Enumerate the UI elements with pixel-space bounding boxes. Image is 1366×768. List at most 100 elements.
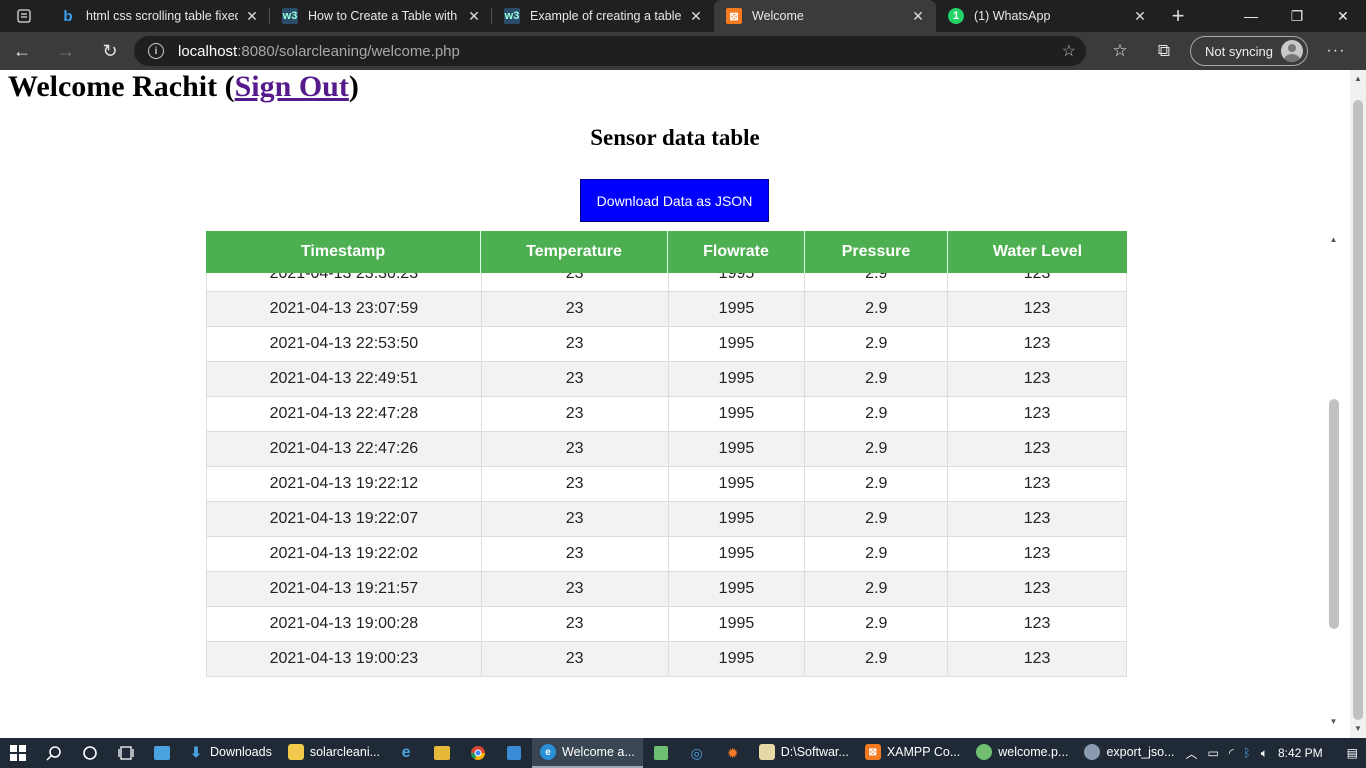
table-row: 2021-04-13 19:22:02 23 1995 2.9 123 [206,536,1127,572]
tab-whatsapp[interactable]: 1 (1) WhatsApp ✕ [936,0,1158,32]
globe-icon[interactable]: ◎ [679,738,715,768]
more-menu-icon[interactable]: ··· [1316,42,1356,60]
favorites-icon[interactable]: ☆ [1098,32,1142,70]
cell-timestamp: 2021-04-13 19:00:28 [206,606,482,642]
cell-water-level: 123 [947,571,1127,607]
start-icon[interactable] [0,738,36,768]
table-scroll-thumb[interactable] [1329,399,1339,629]
address-bar[interactable]: i localhost:8080/solarcleaning/welcome.p… [134,36,1086,66]
cell-flowrate: 1995 [667,606,806,642]
tray-app-icon[interactable]: ▭ [1208,746,1219,760]
taskbar-app-edge[interactable]: e Welcome a... [532,738,643,768]
sensor-table-container[interactable]: Timestamp Temperature Flowrate Pressure … [206,231,1342,731]
vscode-icon[interactable] [496,738,532,768]
paint-icon[interactable] [643,738,679,768]
tab-welcome[interactable]: ⊠ Welcome ✕ [714,0,936,32]
notifications-icon[interactable]: ▤ [1347,746,1358,760]
site-info-icon[interactable]: i [148,43,164,59]
taskbar-app-label: Welcome a... [562,745,635,759]
tab-bing[interactable]: b html css scrolling table fixed h ✕ [48,0,270,32]
back-button[interactable]: ← [0,32,44,70]
bluetooth-icon[interactable]: ᛒ [1244,746,1251,760]
cell-timestamp: 2021-04-13 19:22:02 [206,536,482,572]
cell-temperature: 23 [480,361,669,397]
cell-water-level: 123 [947,431,1127,467]
task-view-icon[interactable] [108,738,144,768]
tab-w3-example[interactable]: w3 Example of creating a table with ✕ [492,0,714,32]
window-controls: — ❐ ✕ [1228,0,1366,32]
cell-pressure: 2.9 [804,501,949,537]
close-icon[interactable]: ✕ [244,8,260,25]
cortana-icon[interactable] [72,738,108,768]
clock[interactable]: 8:42 PM [1278,746,1323,760]
table-row: 2021-04-13 19:22:12 23 1995 2.9 123 [206,466,1127,502]
sign-out-link[interactable]: Sign Out [235,70,349,103]
scroll-up-icon[interactable]: ▲ [1325,233,1342,247]
cell-timestamp: 2021-04-13 22:49:51 [206,361,482,397]
taskbar-app-xampp[interactable]: ⊠ XAMPP Co... [857,738,968,768]
new-tab-button[interactable]: + [1158,0,1198,32]
taskbar-app-export-json[interactable]: export_jso... [1076,738,1182,768]
cell-temperature: 23 [480,431,669,467]
cell-flowrate: 1995 [667,396,806,432]
window-close-icon[interactable]: ✕ [1320,0,1366,32]
cell-flowrate: 1995 [667,536,806,572]
close-icon[interactable]: ✕ [466,8,482,25]
taskbar-app-welcome-php[interactable]: welcome.p... [968,738,1076,768]
cell-water-level: 123 [947,536,1127,572]
welcome-heading: Welcome Rachit (Sign Out) [8,70,359,104]
scroll-up-icon[interactable]: ▲ [1350,72,1366,86]
restore-icon[interactable]: ❐ [1274,0,1320,32]
table-row: 2021-04-13 22:47:28 23 1995 2.9 123 [206,396,1127,432]
volume-icon[interactable]: 🔈︎ [1261,746,1268,761]
table-scrollbar[interactable]: ▲ ▼ [1325,231,1342,731]
table-row: 2021-04-13 19:21:57 23 1995 2.9 123 [206,571,1127,607]
blender-icon[interactable]: ✹ [715,738,751,768]
cell-temperature: 23 [480,396,669,432]
chrome-icon[interactable] [460,738,496,768]
taskbar-app-downloads[interactable]: ⬇ Downloads [180,738,280,768]
close-icon[interactable]: ✕ [688,8,704,25]
close-icon[interactable]: ✕ [1132,8,1148,25]
tab-w3-fixed[interactable]: w3 How to Create a Table with a Fix ✕ [270,0,492,32]
welcome-close-paren: ) [348,70,359,103]
windows-taskbar: ⬇ Downloads solarcleani... e e Welcome a… [0,738,1366,768]
scroll-down-icon[interactable]: ▼ [1350,722,1366,736]
refresh-button[interactable]: ↻ [88,32,132,70]
cell-flowrate: 1995 [667,466,806,502]
tab-title: (1) WhatsApp [974,9,1051,23]
taskbar-app-solarcleaning[interactable]: solarcleani... [280,738,388,768]
table-row: 2021-04-13 19:00:23 23 1995 2.9 123 [206,641,1127,677]
close-icon[interactable]: ✕ [910,8,926,25]
cell-temperature: 23 [480,641,669,677]
page-scrollbar[interactable]: ▲ ▼ [1350,70,1366,738]
cell-timestamp: 2021-04-13 19:22:07 [206,501,482,537]
minimize-icon[interactable]: — [1228,0,1274,32]
cell-pressure: 2.9 [804,326,949,362]
welcome-text: Welcome Rachit ( [8,70,235,103]
profile-sync-button[interactable]: Not syncing [1190,36,1308,66]
tab-actions-icon[interactable] [0,0,48,32]
cell-timestamp: 2021-04-13 19:22:12 [206,466,482,502]
cell-pressure: 2.9 [804,361,949,397]
forward-button[interactable]: → [44,32,88,70]
cell-temperature: 23 [480,571,669,607]
cell-pressure: 2.9 [804,396,949,432]
taskbar-app-label: export_jso... [1106,745,1175,759]
collections-icon[interactable]: ⧉ [1142,32,1186,70]
search-icon[interactable] [36,738,72,768]
snipping-tool-icon[interactable] [144,738,180,768]
chevron-up-icon[interactable]: ︿ [1186,745,1198,762]
cell-flowrate: 1995 [667,431,806,467]
wifi-icon[interactable]: ◜ [1229,746,1234,760]
download-json-button[interactable]: Download Data as JSON [580,179,769,222]
file-explorer-icon[interactable] [424,738,460,768]
cell-temperature: 23 [480,291,669,327]
add-favorite-icon[interactable]: ☆ [1062,41,1076,61]
cell-temperature: 23 [480,606,669,642]
internet-explorer-icon[interactable]: e [388,738,424,768]
taskbar-app-software-folder[interactable]: D:\Softwar... [751,738,857,768]
page-scroll-thumb[interactable] [1353,100,1363,720]
cell-pressure: 2.9 [804,431,949,467]
scroll-down-icon[interactable]: ▼ [1325,715,1342,729]
